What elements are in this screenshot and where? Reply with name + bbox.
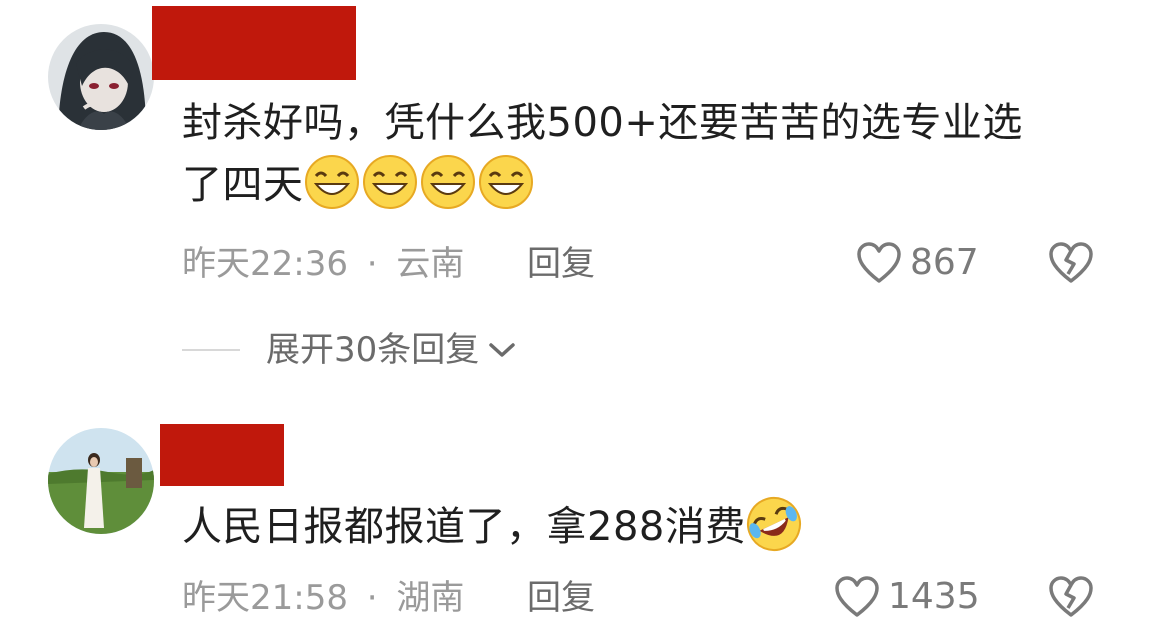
comment-1: 封杀好吗，凭什么我500+还要苦苦的选专业选 了四天 昨天22:36 · 云南 … xyxy=(0,0,1152,400)
avatar[interactable] xyxy=(48,428,154,534)
broken-heart-icon xyxy=(1049,576,1093,617)
dislike-button[interactable] xyxy=(1048,242,1094,284)
comment-text-content: 人民日报都报道了，拿288消费 xyxy=(182,504,746,550)
reply-button[interactable]: 回复 xyxy=(527,244,595,284)
comment-location: 云南 xyxy=(396,244,465,284)
comment-text: 封杀好吗，凭什么我500+还要苦苦的选专业选 了四天 xyxy=(182,92,1112,216)
heart-icon xyxy=(857,242,901,283)
like-button[interactable]: 1435 xyxy=(834,576,980,618)
like-count: 1435 xyxy=(888,576,980,617)
heart-icon xyxy=(835,576,879,617)
broken-heart-icon xyxy=(1049,242,1093,283)
like-count: 867 xyxy=(910,242,979,283)
comment-meta: 昨天22:36 · 云南 xyxy=(182,244,464,284)
redacted-username xyxy=(160,424,284,486)
expand-replies-label: 展开30条回复 xyxy=(266,330,480,370)
divider-line xyxy=(182,349,240,351)
grin-emoji xyxy=(478,154,534,210)
like-button[interactable]: 867 xyxy=(856,242,979,284)
comment-2: 人民日报都报道了，拿288消费 昨天21:58 · 湖南 回复 1435 xyxy=(0,400,1152,643)
comment-text-line-2-text: 了四天 xyxy=(182,162,304,208)
reply-button[interactable]: 回复 xyxy=(527,578,595,618)
grin-emoji xyxy=(362,154,418,210)
comment-text-line-2: 了四天 xyxy=(182,154,1112,216)
grin-emoji xyxy=(420,154,476,210)
chevron-down-icon xyxy=(489,343,516,357)
rofl-emoji xyxy=(746,496,802,552)
meta-separator: · xyxy=(366,244,378,284)
comment-time: 昨天22:36 xyxy=(182,244,348,284)
expand-replies-button[interactable]: 展开30条回复 xyxy=(182,330,517,370)
comment-meta: 昨天21:58 · 湖南 xyxy=(182,578,464,618)
dislike-button[interactable] xyxy=(1048,576,1094,618)
comment-time: 昨天21:58 xyxy=(182,578,348,618)
comment-text-line-1: 封杀好吗，凭什么我500+还要苦苦的选专业选 xyxy=(182,100,1023,146)
comment-text: 人民日报都报道了，拿288消费 xyxy=(182,496,1112,558)
meta-separator: · xyxy=(366,578,378,618)
avatar[interactable] xyxy=(48,24,154,130)
grin-emoji xyxy=(304,154,360,210)
comment-location: 湖南 xyxy=(396,578,465,618)
redacted-username xyxy=(152,6,356,80)
